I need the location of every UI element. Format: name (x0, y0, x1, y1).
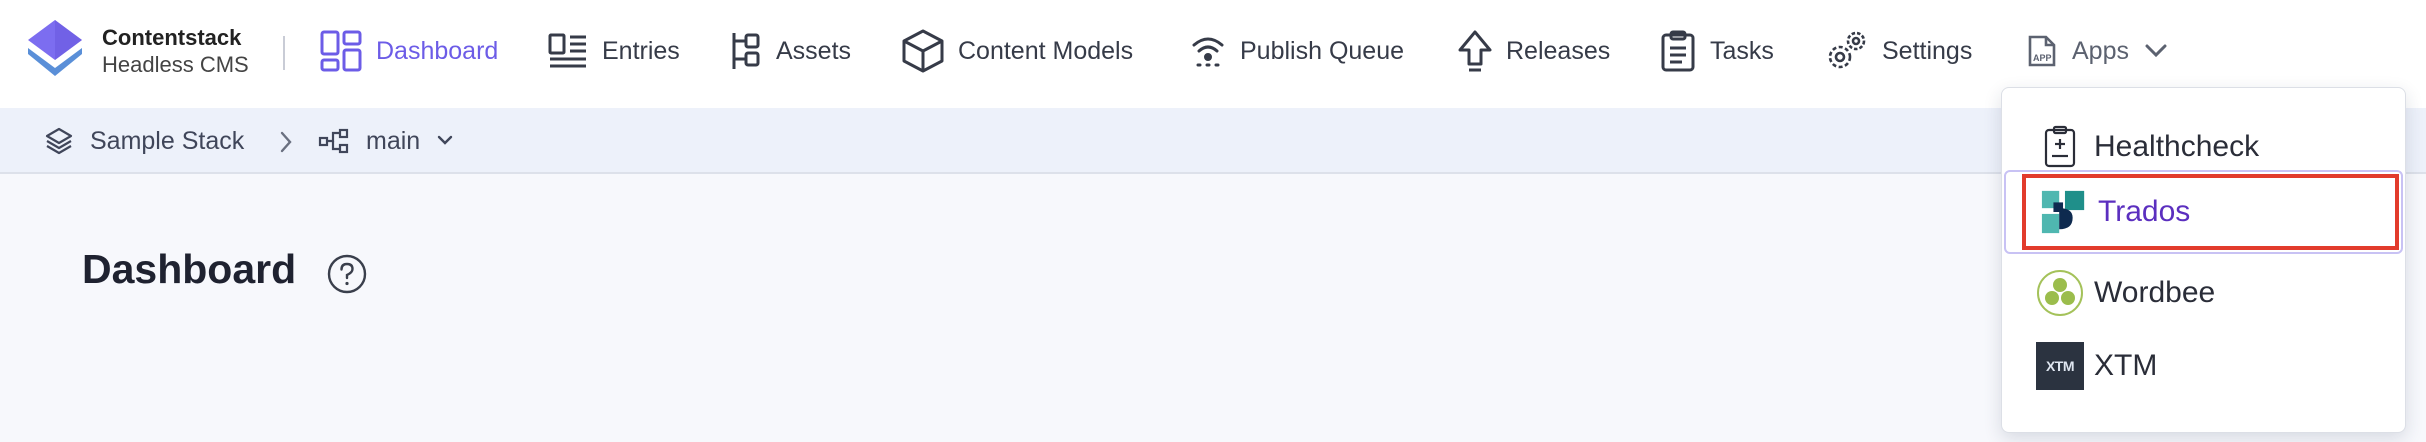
chevron-down-icon (437, 135, 453, 145)
menu-item-trados[interactable]: Trados (2004, 170, 2403, 254)
trados-logo-icon (2040, 188, 2088, 236)
menu-item-label: Healthcheck (2094, 130, 2260, 163)
breadcrumb-stack[interactable]: Sample Stack (44, 122, 244, 160)
nav-entries-label: Entries (602, 36, 680, 65)
brand-subtitle: Headless CMS (102, 52, 249, 77)
brand-name: Contentstack (102, 25, 242, 50)
nav-tasks[interactable]: Tasks (1660, 28, 1774, 74)
gear-icon (1828, 31, 1866, 69)
contentstack-logo-icon[interactable] (24, 18, 86, 80)
apps-dropdown-menu: Healthcheck Trados Wordbee XTM XTM (2001, 87, 2406, 433)
releases-icon (1458, 30, 1492, 72)
nav-tasks-label: Tasks (1710, 36, 1774, 65)
nav-dashboard[interactable]: Dashboard (320, 28, 498, 74)
entries-icon (548, 33, 586, 68)
nav-content-models-label: Content Models (958, 36, 1134, 65)
dashboard-icon (320, 30, 362, 72)
nav-settings-label: Settings (1882, 36, 1973, 65)
menu-item-label: Trados (2098, 195, 2191, 228)
xtm-logo-icon: XTM (2036, 342, 2084, 390)
branch-selector[interactable]: main (318, 122, 454, 160)
wordbee-logo-icon (2036, 269, 2084, 317)
nav-apps-label: Apps (2072, 36, 2129, 65)
menu-item-wordbee[interactable]: Wordbee (2002, 258, 2405, 328)
branch-icon (318, 128, 349, 154)
nav-releases[interactable]: Releases (1458, 28, 1610, 74)
nav-assets[interactable]: Assets (728, 28, 851, 74)
stack-layers-icon (45, 127, 73, 155)
nav-entries[interactable]: Entries (548, 28, 680, 74)
nav-content-models[interactable]: Content Models (902, 28, 1133, 74)
breadcrumb-stack-label: Sample Stack (90, 126, 245, 155)
brand: Contentstack Headless CMS (102, 24, 249, 78)
nav-releases-label: Releases (1506, 36, 1611, 65)
page-title: Dashboard (82, 246, 297, 292)
chevron-right-icon (280, 131, 292, 153)
tasks-icon (1661, 30, 1695, 72)
clipboard-plus-icon (2036, 123, 2084, 171)
xtm-logo-text: XTM (2045, 358, 2075, 374)
apps-icon: APP (2028, 35, 2056, 67)
svg-text:APP: APP (2033, 53, 2052, 63)
cube-icon (902, 29, 944, 73)
help-icon[interactable] (326, 253, 368, 295)
assets-icon (732, 33, 760, 69)
nav-apps[interactable]: APP Apps (2024, 28, 2169, 74)
branch-label: main (366, 126, 421, 155)
menu-item-xtm[interactable]: XTM XTM (2002, 331, 2405, 401)
chevron-down-icon (2145, 44, 2167, 58)
nav-dashboard-label: Dashboard (376, 36, 499, 65)
nav-settings[interactable]: Settings (1824, 28, 1972, 74)
menu-item-label: XTM (2094, 349, 2158, 382)
divider (283, 36, 285, 70)
nav-assets-label: Assets (776, 36, 852, 65)
nav-publish-queue[interactable]: Publish Queue (1190, 28, 1404, 74)
nav-publish-queue-label: Publish Queue (1240, 36, 1405, 65)
menu-item-label: Wordbee (2094, 276, 2216, 309)
publish-queue-icon (1192, 37, 1224, 67)
